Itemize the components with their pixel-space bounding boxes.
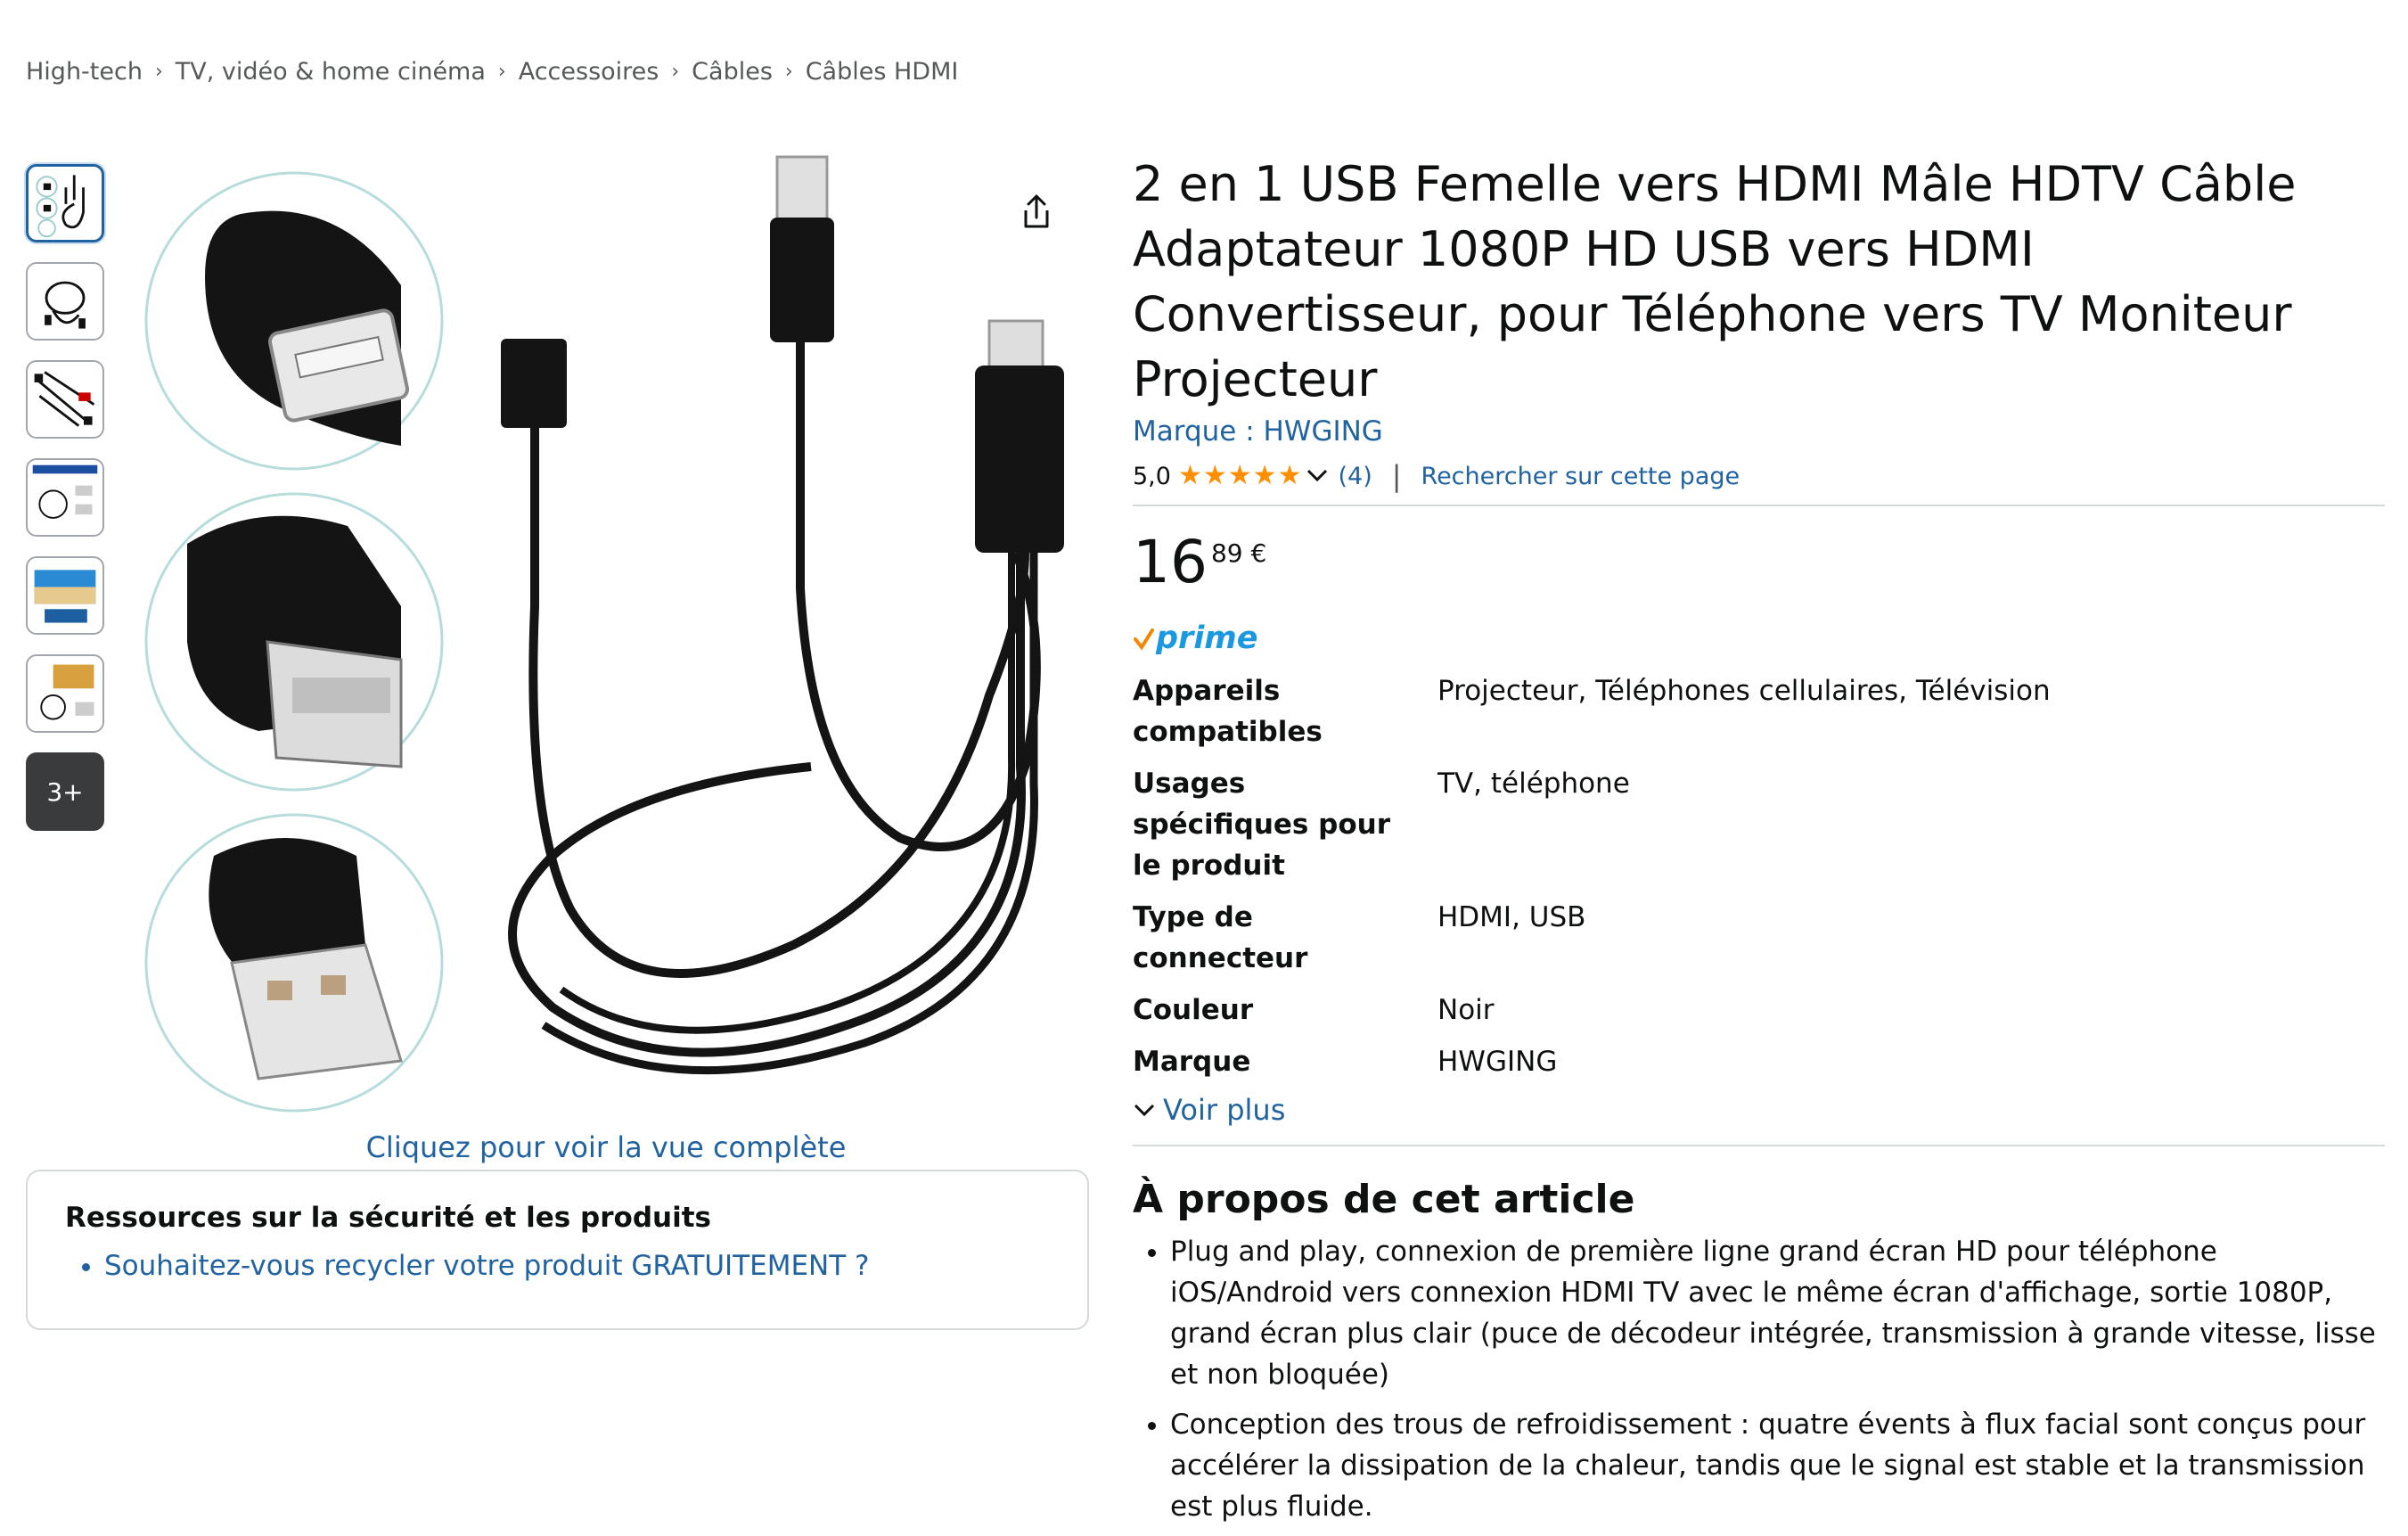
spec-key: Appareils compatibles: [1133, 675, 1323, 748]
thumbnail-3[interactable]: [26, 360, 104, 439]
star-rating[interactable]: ★ ★ ★ ★ ★: [1178, 463, 1303, 489]
search-this-page-link[interactable]: Rechercher sur cette page: [1421, 463, 1740, 490]
chevron-down-icon: [1134, 1104, 1155, 1117]
thumbnail-2[interactable]: [26, 262, 104, 341]
price-whole: 16: [1133, 528, 1208, 596]
about-item: Plug and play, connexion de première lig…: [1170, 1231, 2385, 1395]
thumbnail-1[interactable]: [26, 164, 104, 242]
spec-value: Noir: [1437, 994, 1495, 1026]
about-item: Conception des trous de refroidissement …: [1170, 1404, 2385, 1527]
main-product-image[interactable]: [134, 143, 1096, 1132]
price: 16 89 €: [1133, 533, 2385, 592]
divider: [1133, 1145, 2385, 1146]
thumbnail-6[interactable]: [26, 654, 104, 733]
about-title: À propos de cet article: [1133, 1177, 1635, 1222]
thumbnail-more-label: 3+: [46, 776, 84, 807]
spec-row: Type de connecteur HDMI, USB: [1133, 897, 2380, 979]
chevron-down-icon[interactable]: [1306, 463, 1329, 490]
safety-title: Ressources sur la sécurité et les produi…: [65, 1202, 711, 1234]
breadcrumb-item-cables-hdmi[interactable]: Câbles HDMI: [806, 58, 959, 86]
star-icon: ★: [1227, 460, 1252, 491]
spec-row: Couleur Noir: [1133, 990, 2380, 1031]
safety-resources-box: Ressources sur la sécurité et les produi…: [26, 1170, 1089, 1330]
spec-value: TV, téléphone: [1437, 768, 1630, 800]
rating-value: 5,0: [1133, 462, 1171, 490]
recycle-link[interactable]: Souhaitez-vous recycler votre produit GR…: [104, 1250, 1050, 1282]
thumbnail-4[interactable]: [26, 458, 104, 537]
brand-link[interactable]: Marque : HWGING: [1133, 415, 2385, 448]
spec-value: Projecteur, Téléphones cellulaires, Télé…: [1437, 675, 2051, 707]
breadcrumb-item-high-tech[interactable]: High-tech: [26, 58, 143, 86]
spec-value: HDMI, USB: [1437, 901, 1586, 933]
product-title: 2 en 1 USB Femelle vers HDMI Mâle HDTV C…: [1133, 156, 2297, 407]
spec-row: Appareils compatibles Projecteur, Téléph…: [1133, 670, 2380, 752]
breadcrumb-item-tv-video[interactable]: TV, vidéo & home cinéma: [176, 58, 486, 86]
thumbnail-more[interactable]: 3+: [26, 752, 104, 831]
divider: [1133, 505, 2385, 506]
prime-check-icon: [1134, 628, 1154, 651]
spec-row: Usages spécifiques pour le produit TV, t…: [1133, 763, 2380, 886]
spec-key: Couleur: [1133, 994, 1254, 1026]
prime-label: prime: [1156, 620, 1258, 656]
breadcrumb-item-cables[interactable]: Câbles: [692, 58, 773, 86]
specs-table: Appareils compatibles Projecteur, Téléph…: [1133, 670, 2380, 1082]
spec-key: Type de connecteur: [1133, 901, 1308, 974]
breadcrumb-separator-icon: ›: [784, 60, 793, 83]
star-icon: ★: [1177, 460, 1202, 491]
prime-badge: prime: [1133, 619, 2385, 658]
about-list: Plug and play, connexion de première lig…: [1133, 1231, 2385, 1527]
spec-value: HWGING: [1437, 1046, 1558, 1078]
breadcrumb-item-accessoires[interactable]: Accessoires: [519, 58, 659, 86]
view-full-image-link[interactable]: Cliquez pour voir la vue complète: [134, 1130, 1078, 1164]
product-details: 2 en 1 USB Femelle vers HDMI Mâle HDTV C…: [1133, 152, 2385, 1536]
share-button[interactable]: [1007, 183, 1066, 242]
rating-row: 5,0 ★ ★ ★ ★ ★ (4) | Rechercher sur cette…: [1133, 459, 2385, 493]
thumbnail-list: 3+: [26, 164, 108, 850]
spec-row: Marque HWGING: [1133, 1041, 2380, 1082]
spec-key: Usages spécifiques pour le produit: [1133, 768, 1391, 882]
breadcrumb-separator-icon: ›: [154, 60, 163, 83]
spec-key: Marque: [1133, 1046, 1251, 1078]
thumbnail-5[interactable]: [26, 556, 104, 635]
breadcrumb-separator-icon: ›: [671, 60, 680, 83]
voir-plus-button[interactable]: Voir plus: [1133, 1093, 2385, 1127]
price-fraction: 89 €: [1210, 538, 1267, 568]
star-icon: ★: [1277, 460, 1302, 491]
safety-list: Souhaitez-vous recycler votre produit GR…: [65, 1250, 1050, 1282]
review-count-link[interactable]: (4): [1338, 463, 1372, 490]
voir-plus-label: Voir plus: [1163, 1093, 1286, 1127]
breadcrumb: High-tech › TV, vidéo & home cinéma › Ac…: [26, 53, 958, 89]
breadcrumb-separator-icon: ›: [497, 60, 506, 83]
rating-divider: |: [1391, 459, 1402, 493]
star-icon: ★: [1202, 460, 1227, 491]
star-icon: ★: [1252, 460, 1277, 491]
share-icon: [1024, 194, 1049, 228]
